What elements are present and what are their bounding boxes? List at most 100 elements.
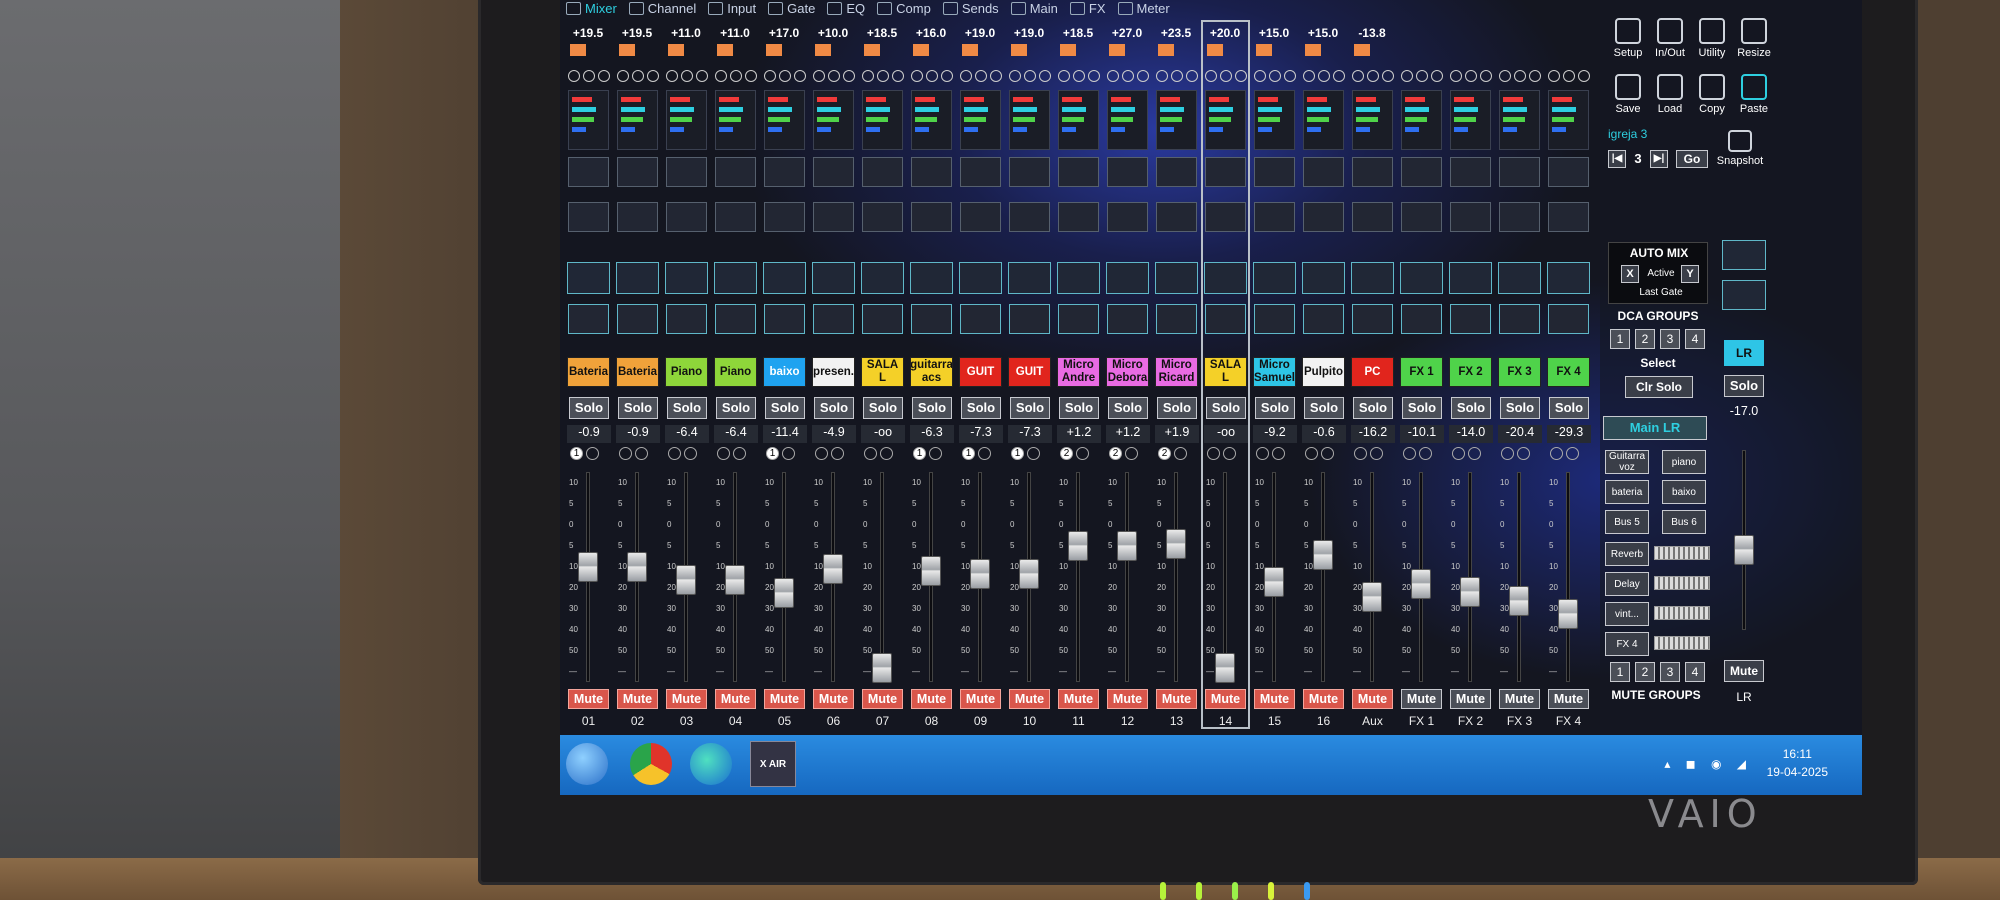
lr-mute-button[interactable]: Mute (1724, 660, 1764, 682)
dynamics-preview[interactable] (1303, 202, 1344, 232)
link-icon[interactable] (1283, 70, 1296, 82)
eq-preview[interactable] (763, 262, 806, 294)
main-lr-button[interactable]: Main LR (1603, 416, 1707, 440)
comp-preview[interactable] (1548, 304, 1589, 334)
fader-knob[interactable] (970, 559, 990, 590)
gate-preview[interactable] (1254, 157, 1295, 187)
comp-preview[interactable] (666, 304, 707, 334)
phantom-icon[interactable] (1268, 70, 1281, 82)
channel-name[interactable]: guitarra acs (910, 357, 953, 387)
gate-preview[interactable] (1205, 157, 1246, 187)
resize-button[interactable]: Resize (1734, 18, 1774, 59)
channel-name[interactable]: Micro Ricard (1155, 357, 1198, 387)
bus-button-1[interactable]: Guitarra voz (1605, 450, 1649, 474)
phantom-icon[interactable] (1415, 70, 1428, 82)
solo-button[interactable]: Solo (618, 397, 658, 419)
eq-preview[interactable] (1106, 262, 1149, 294)
solo-button[interactable]: Solo (1010, 397, 1050, 419)
channel-name[interactable]: FX 2 (1449, 357, 1492, 387)
dynamics-preview[interactable] (1401, 202, 1442, 232)
channel-name[interactable]: Bateria (567, 357, 610, 387)
phase-icon[interactable] (1106, 70, 1119, 82)
comp-preview[interactable] (813, 304, 854, 334)
channel-name[interactable]: SALA L (1204, 357, 1247, 387)
phantom-icon[interactable] (680, 70, 693, 82)
mute-button[interactable]: Mute (862, 689, 903, 709)
fader-knob[interactable] (774, 578, 794, 609)
solo-button[interactable]: Solo (1304, 397, 1344, 419)
go-button[interactable]: Go (1676, 150, 1708, 168)
phantom-icon[interactable] (876, 70, 889, 82)
gate-preview[interactable] (1401, 157, 1442, 187)
solo-button[interactable]: Solo (765, 397, 805, 419)
solo-button[interactable]: Solo (1451, 397, 1491, 419)
mute-button[interactable]: Mute (1499, 689, 1540, 709)
comp-preview[interactable] (1303, 304, 1344, 334)
link-icon[interactable] (695, 70, 708, 82)
bus-button-4[interactable]: baixo (1662, 480, 1706, 504)
fader-knob[interactable] (921, 555, 941, 586)
fader-knob[interactable] (1215, 652, 1235, 683)
gate-preview[interactable] (617, 157, 658, 187)
tab-eq[interactable]: EQ (827, 0, 865, 16)
link-icon[interactable] (646, 70, 659, 82)
dynamics-preview[interactable] (617, 202, 658, 232)
fx-button-2[interactable]: Delay (1605, 572, 1649, 596)
mute-group-button-2[interactable]: 2 (1635, 662, 1655, 682)
solo-button[interactable]: Solo (912, 397, 952, 419)
phase-icon[interactable] (1204, 70, 1217, 82)
phantom-icon[interactable] (1219, 70, 1232, 82)
tab-channel[interactable]: Channel (628, 0, 696, 16)
eq-preview[interactable] (1302, 262, 1345, 294)
tab-meter[interactable]: Meter (1117, 0, 1170, 16)
gate-preview[interactable] (1450, 157, 1491, 187)
link-icon[interactable] (1332, 70, 1345, 82)
solo-button[interactable]: Solo (863, 397, 903, 419)
auto-mix-x-button[interactable]: X (1621, 265, 1639, 283)
eq-preview[interactable] (959, 262, 1002, 294)
eq-preview[interactable] (1449, 262, 1492, 294)
phase-icon[interactable] (910, 70, 923, 82)
dynamics-preview[interactable] (862, 202, 903, 232)
gate-preview[interactable] (1107, 157, 1148, 187)
link-icon[interactable] (1136, 70, 1149, 82)
fader-knob[interactable] (1558, 599, 1578, 630)
tab-input[interactable]: Input (708, 0, 756, 16)
comp-preview[interactable] (1352, 304, 1393, 334)
fader-knob[interactable] (1362, 582, 1382, 613)
dca-group-button-1[interactable]: 1 (1610, 329, 1630, 349)
mute-button[interactable]: Mute (1450, 689, 1491, 709)
phantom-icon[interactable] (925, 70, 938, 82)
comp-preview[interactable] (1205, 304, 1246, 334)
gate-preview[interactable] (568, 157, 609, 187)
gate-preview[interactable] (1548, 157, 1589, 187)
eq-preview[interactable] (567, 262, 610, 294)
solo-button[interactable]: Solo (569, 397, 609, 419)
channel-name[interactable]: Piano (665, 357, 708, 387)
comp-preview[interactable] (568, 304, 609, 334)
fader-knob[interactable] (1460, 576, 1480, 607)
mute-group-button-4[interactable]: 4 (1685, 662, 1705, 682)
dynamics-preview[interactable] (1548, 202, 1589, 232)
channel-name[interactable]: FX 4 (1547, 357, 1590, 387)
load-button[interactable]: Load (1650, 74, 1690, 115)
mute-group-button-1[interactable]: 1 (1610, 662, 1630, 682)
comp-preview[interactable] (862, 304, 903, 334)
next-scene-button[interactable]: ▶| (1650, 150, 1668, 168)
eq-preview[interactable] (910, 262, 953, 294)
channel-name[interactable]: apresen... (812, 357, 855, 387)
link-icon[interactable] (1577, 70, 1590, 82)
mute-button[interactable]: Mute (1058, 689, 1099, 709)
channel-name[interactable]: GUIT (1008, 357, 1051, 387)
link-icon[interactable] (597, 70, 610, 82)
fader-knob[interactable] (823, 553, 843, 584)
eq-preview[interactable] (714, 262, 757, 294)
channel-name[interactable]: FX 3 (1498, 357, 1541, 387)
solo-button[interactable]: Solo (1402, 397, 1442, 419)
fx-button-3[interactable]: vint... (1605, 602, 1649, 626)
mute-button[interactable]: Mute (1254, 689, 1295, 709)
eq-preview[interactable] (1498, 262, 1541, 294)
channel-name[interactable]: SALA L (861, 357, 904, 387)
eq-preview[interactable] (1253, 262, 1296, 294)
solo-button[interactable]: Solo (1206, 397, 1246, 419)
